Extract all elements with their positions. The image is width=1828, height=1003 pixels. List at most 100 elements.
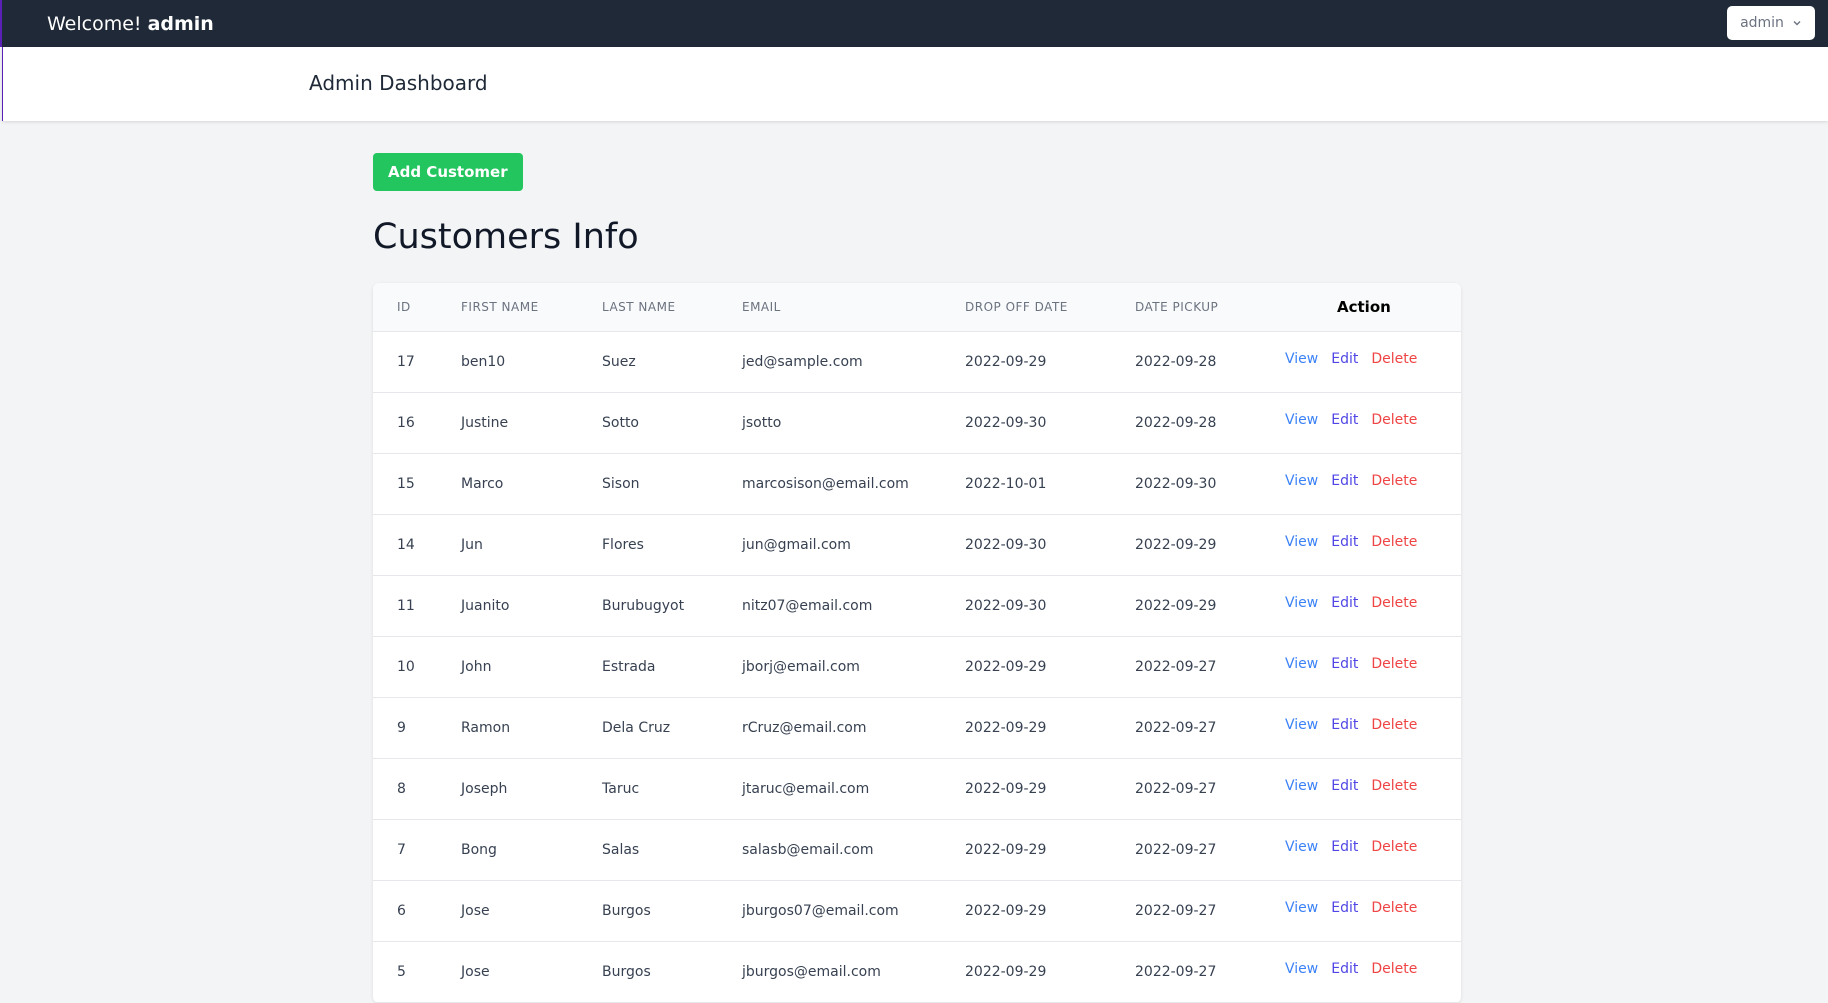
- edit-link[interactable]: Edit: [1331, 717, 1358, 733]
- customers-table-body: 17 ben10 Suez jed@sample.com 2022-09-29 2022-…: [373, 331, 1461, 1002]
- cell-first-name: John: [461, 658, 492, 675]
- view-link[interactable]: View: [1285, 900, 1318, 916]
- delete-link[interactable]: Delete: [1371, 839, 1417, 855]
- welcome-username: admin: [147, 13, 214, 35]
- user-menu-label: admin: [1740, 15, 1784, 31]
- cell-id: 8: [397, 780, 406, 797]
- row-actions: View Edit Delete: [1285, 473, 1461, 489]
- view-link[interactable]: View: [1285, 839, 1318, 855]
- table-header-row: ID FIRST NAME LAST NAME EMAIL DROP OFF D…: [373, 283, 1461, 331]
- cell-last-name: Sison: [602, 475, 640, 492]
- edit-link[interactable]: Edit: [1331, 412, 1358, 428]
- view-link[interactable]: View: [1285, 351, 1318, 367]
- edit-link[interactable]: Edit: [1331, 473, 1358, 489]
- edit-link[interactable]: Edit: [1331, 656, 1358, 672]
- cell-last-name: Burubugyot: [602, 597, 685, 614]
- cell-first-name: Justine: [461, 414, 509, 431]
- welcome-message: Welcome! admin: [47, 12, 214, 36]
- view-link[interactable]: View: [1285, 595, 1318, 611]
- edit-link[interactable]: Edit: [1331, 351, 1358, 367]
- edit-link[interactable]: Edit: [1331, 839, 1358, 855]
- cell-last-name: Salas: [602, 841, 640, 858]
- cell-date-pickup: 2022-09-27: [1135, 902, 1217, 919]
- cell-drop-off-date: 2022-09-30: [965, 597, 1047, 614]
- cell-email: jborj@email.com: [742, 658, 860, 675]
- cell-id: 11: [397, 597, 415, 614]
- cell-email: rCruz@email.com: [742, 719, 867, 736]
- cell-id: 7: [397, 841, 406, 858]
- table-row: 8 Joseph Taruc jtaruc@email.com 2022-09-29 20…: [373, 758, 1461, 819]
- user-menu-dropdown[interactable]: admin: [1727, 6, 1815, 40]
- table-row: 15 Marco Sison marcosison@email.com 2022-10-…: [373, 453, 1461, 514]
- cell-first-name: Juanito: [461, 597, 510, 614]
- table-row: 5 Jose Burgos jburgos@email.com 2022-09-29 20…: [373, 941, 1461, 1002]
- cell-date-pickup: 2022-09-27: [1135, 780, 1217, 797]
- cell-first-name: ben10: [461, 353, 506, 370]
- column-header-id: ID: [397, 299, 411, 314]
- chevron-down-icon: [1793, 21, 1801, 26]
- delete-link[interactable]: Delete: [1371, 900, 1417, 916]
- edit-link[interactable]: Edit: [1331, 961, 1358, 977]
- delete-link[interactable]: Delete: [1371, 595, 1417, 611]
- cell-date-pickup: 2022-09-29: [1135, 597, 1217, 614]
- top-navbar: Welcome! admin admin: [0, 0, 1828, 47]
- view-link[interactable]: View: [1285, 534, 1318, 550]
- cell-email: marcosison@email.com: [742, 475, 909, 492]
- cell-drop-off-date: 2022-09-30: [965, 536, 1047, 553]
- cell-actions: View Edit Delete: [1285, 819, 1461, 880]
- view-link[interactable]: View: [1285, 778, 1318, 794]
- cell-drop-off-date: 2022-09-29: [965, 658, 1047, 675]
- cell-email: jsotto: [742, 414, 782, 431]
- cell-actions: View Edit Delete: [1285, 758, 1461, 819]
- row-actions: View Edit Delete: [1285, 351, 1461, 367]
- cell-id: 5: [397, 963, 406, 980]
- welcome-prefix: Welcome!: [47, 13, 142, 35]
- view-link[interactable]: View: [1285, 412, 1318, 428]
- column-header-first-name: FIRST NAME: [461, 299, 539, 314]
- delete-link[interactable]: Delete: [1371, 961, 1417, 977]
- delete-link[interactable]: Delete: [1371, 412, 1417, 428]
- delete-link[interactable]: Delete: [1371, 351, 1417, 367]
- delete-link[interactable]: Delete: [1371, 656, 1417, 672]
- cell-email: jun@gmail.com: [742, 536, 851, 553]
- add-customer-button[interactable]: Add Customer: [373, 153, 523, 191]
- row-actions: View Edit Delete: [1285, 595, 1461, 611]
- edit-link[interactable]: Edit: [1331, 595, 1358, 611]
- edit-link[interactable]: Edit: [1331, 900, 1358, 916]
- cell-last-name: Burgos: [602, 963, 651, 980]
- edit-link[interactable]: Edit: [1331, 778, 1358, 794]
- delete-link[interactable]: Delete: [1371, 778, 1417, 794]
- cell-first-name: Jose: [461, 963, 490, 980]
- delete-link[interactable]: Delete: [1371, 717, 1417, 733]
- row-actions: View Edit Delete: [1285, 656, 1461, 672]
- cell-drop-off-date: 2022-09-29: [965, 353, 1047, 370]
- table-row: 17 ben10 Suez jed@sample.com 2022-09-29 2022-…: [373, 331, 1461, 392]
- cell-email: salasb@email.com: [742, 841, 874, 858]
- cell-last-name: Estrada: [602, 658, 656, 675]
- view-link[interactable]: View: [1285, 656, 1318, 672]
- edit-link[interactable]: Edit: [1331, 534, 1358, 550]
- table-row: 14 Jun Flores jun@gmail.com 2022-09-30 2022-0…: [373, 514, 1461, 575]
- cell-last-name: Dela Cruz: [602, 719, 671, 736]
- cell-email: nitz07@email.com: [742, 597, 873, 614]
- cell-actions: View Edit Delete: [1285, 697, 1461, 758]
- cell-drop-off-date: 2022-09-29: [965, 719, 1047, 736]
- cell-last-name: Taruc: [602, 780, 640, 797]
- cell-id: 14: [397, 536, 415, 553]
- cell-email: jtaruc@email.com: [742, 780, 870, 797]
- view-link[interactable]: View: [1285, 717, 1318, 733]
- delete-link[interactable]: Delete: [1371, 473, 1417, 489]
- row-actions: View Edit Delete: [1285, 900, 1461, 916]
- cell-last-name: Sotto: [602, 414, 639, 431]
- column-header-date-pickup: DATE PICKUP: [1135, 299, 1219, 314]
- delete-link[interactable]: Delete: [1371, 534, 1417, 550]
- page-header: Admin Dashboard: [2, 47, 1828, 121]
- view-link[interactable]: View: [1285, 473, 1318, 489]
- cell-actions: View Edit Delete: [1285, 514, 1461, 575]
- cell-date-pickup: 2022-09-27: [1135, 658, 1217, 675]
- table-row: 16 Justine Sotto jsotto 2022-09-30 2022-09-28…: [373, 392, 1461, 453]
- view-link[interactable]: View: [1285, 961, 1318, 977]
- cell-id: 17: [397, 353, 415, 370]
- cell-first-name: Joseph: [461, 780, 508, 797]
- cell-date-pickup: 2022-09-29: [1135, 536, 1217, 553]
